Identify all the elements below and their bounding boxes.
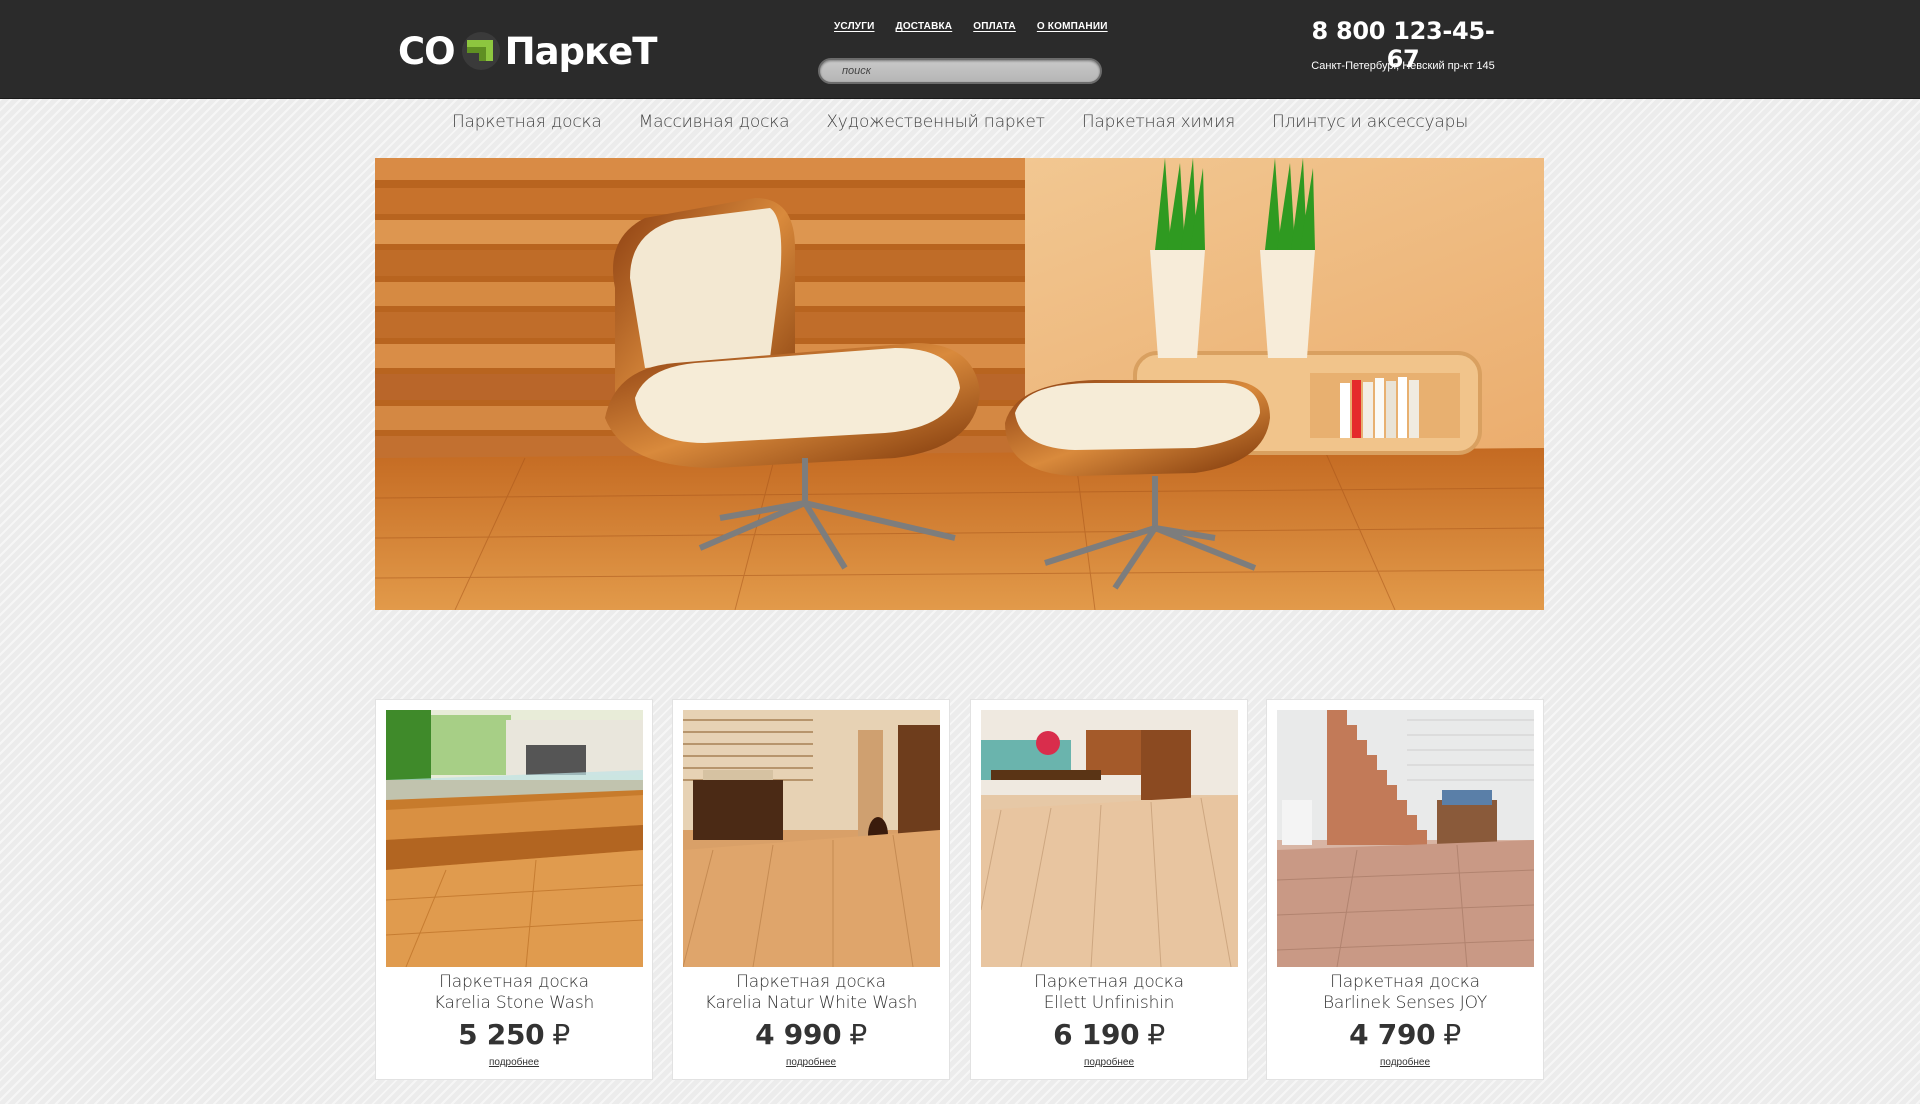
price-value: 5 250	[458, 1018, 545, 1051]
category-art-parquet[interactable]: Художественный паркет	[826, 112, 1045, 132]
address: Санкт-Петербург, Невский пр-кт 145	[1311, 60, 1495, 72]
product-card[interactable]: Паркетная доска Karelia Stone Wash 5 250…	[375, 699, 653, 1080]
product-title-line1: Паркетная доска	[1034, 972, 1184, 992]
logo-text-right: ПаркеТ	[504, 29, 658, 73]
product-title-line2: Barlinek Senses JOY	[1322, 993, 1488, 1013]
search-input[interactable]	[820, 60, 1100, 82]
product-title-line1: Паркетная доска	[1330, 972, 1480, 992]
logo-mark-icon	[461, 31, 501, 71]
product-image[interactable]	[1277, 710, 1534, 967]
nav-link-services[interactable]: УСЛУГИ	[834, 21, 875, 32]
top-nav: УСЛУГИ ДОСТАВКА ОПЛАТА О КОМПАНИИ	[834, 21, 1108, 32]
product-image[interactable]	[981, 710, 1238, 967]
product-price: 5 250 ₽	[376, 1018, 652, 1051]
product-title-line2: Karelia Natur White Wash	[704, 993, 918, 1013]
product-grid: Паркетная доска Karelia Stone Wash 5 250…	[375, 699, 1545, 1080]
details-link[interactable]: подробнее	[673, 1057, 949, 1068]
hero-image	[375, 158, 1544, 610]
category-solid-board[interactable]: Массивная доска	[639, 112, 790, 132]
product-title[interactable]: Паркетная доска Karelia Stone Wash	[376, 972, 652, 1014]
category-menu: Паркетная доска Массивная доска Художест…	[0, 112, 1920, 132]
product-card[interactable]: Паркетная доска Ellett Unfinishin 6 190 ₽…	[970, 699, 1248, 1080]
logo[interactable]: СО ПаркеТ	[398, 28, 658, 74]
nav-link-delivery[interactable]: ДОСТАВКА	[896, 21, 953, 32]
product-image[interactable]	[386, 710, 643, 967]
ruble-icon: ₽	[1443, 1018, 1461, 1051]
product-image[interactable]	[683, 710, 940, 967]
product-title[interactable]: Паркетная доска Barlinek Senses JOY	[1267, 972, 1543, 1014]
product-title[interactable]: Паркетная доска Karelia Natur White Wash	[673, 972, 949, 1014]
category-parquet-board[interactable]: Паркетная доска	[452, 112, 602, 132]
details-link[interactable]: подробнее	[1267, 1057, 1543, 1068]
product-price: 4 790 ₽	[1267, 1018, 1543, 1051]
product-title-line1: Паркетная доска	[439, 972, 589, 992]
category-skirting-accessories[interactable]: Плинтус и аксессуары	[1272, 112, 1468, 132]
details-link[interactable]: подробнее	[376, 1057, 652, 1068]
ruble-icon: ₽	[849, 1018, 867, 1051]
hero-banner[interactable]	[375, 158, 1544, 610]
product-card[interactable]: Паркетная доска Barlinek Senses JOY 4 79…	[1266, 699, 1544, 1080]
nav-link-about[interactable]: О КОМПАНИИ	[1037, 21, 1108, 32]
product-title[interactable]: Паркетная доска Ellett Unfinishin	[971, 972, 1247, 1014]
product-card[interactable]: Паркетная доска Karelia Natur White Wash…	[672, 699, 950, 1080]
nav-link-payment[interactable]: ОПЛАТА	[973, 21, 1016, 32]
logo-text-left: СО	[398, 29, 456, 73]
price-value: 4 790	[1349, 1018, 1436, 1051]
price-value: 4 990	[755, 1018, 842, 1051]
search-box	[818, 58, 1102, 84]
product-title-line1: Паркетная доска	[736, 972, 886, 992]
ruble-icon: ₽	[552, 1018, 570, 1051]
product-price: 6 190 ₽	[971, 1018, 1247, 1051]
price-value: 6 190	[1053, 1018, 1140, 1051]
product-title-line2: Ellett Unfinishin	[1043, 993, 1175, 1013]
product-price: 4 990 ₽	[673, 1018, 949, 1051]
details-link[interactable]: подробнее	[971, 1057, 1247, 1068]
category-parquet-chemistry[interactable]: Паркетная химия	[1082, 112, 1235, 132]
product-title-line2: Karelia Stone Wash	[433, 993, 595, 1013]
ruble-icon: ₽	[1147, 1018, 1165, 1051]
site-header: СО ПаркеТ УСЛУГИ ДОСТАВКА ОПЛАТА О КОМПА…	[0, 0, 1920, 99]
